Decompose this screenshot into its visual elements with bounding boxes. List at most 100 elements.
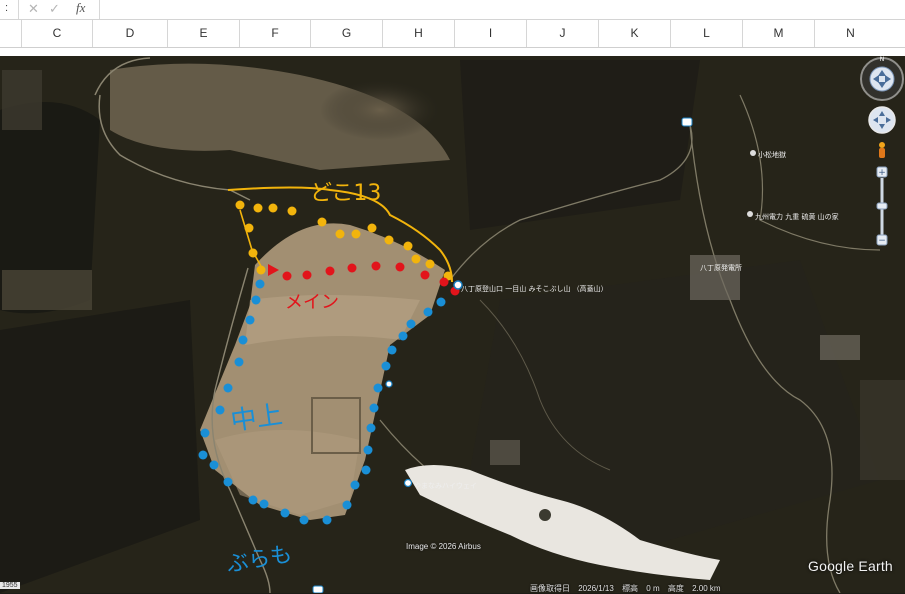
status-bar: 画像取得日 2026/1/13 標高 0 m 高度 2.00 km (530, 583, 727, 594)
hill-shade (320, 80, 440, 140)
yellow-dot (287, 206, 297, 216)
street-view-pegman-icon[interactable] (879, 142, 885, 158)
formula-bar: : ✕ ✓ fx (0, 0, 905, 20)
place-label-plant: 八丁原発電所 (700, 263, 742, 272)
column-header-g[interactable]: G (310, 20, 382, 47)
column-header-k[interactable]: K (598, 20, 670, 47)
satellite-map[interactable]: どこ13 メイン 中上 ぶらも 八丁原登山口 一目山 みそこぶし山 （高蓋山） … (0, 56, 905, 593)
farm-field (860, 380, 905, 480)
red-dot (439, 277, 449, 287)
yellow-dot (403, 241, 413, 251)
column-header-e[interactable]: E (167, 20, 239, 47)
north-indicator-icon[interactable]: N (880, 56, 885, 63)
yellow-annotation-label: どこ13 (310, 181, 381, 206)
image-credit: Image © 2026 Airbus (406, 542, 481, 551)
pegman-body[interactable] (879, 148, 885, 158)
blue-dot (381, 361, 391, 371)
blue-dot (423, 307, 433, 317)
red-annotation-label: メイン (285, 292, 339, 313)
farm-field (2, 270, 92, 310)
blue-dot (299, 515, 309, 525)
blue-dot (342, 500, 352, 510)
blue-dot (406, 319, 416, 329)
column-header-j[interactable]: J (526, 20, 598, 47)
yellow-dot (253, 203, 263, 213)
column-header-i[interactable]: I (454, 20, 526, 47)
red-dot (347, 263, 357, 273)
red-dot (302, 270, 312, 280)
blue-dot (369, 403, 379, 413)
facility-block (690, 255, 740, 300)
yellow-dot (235, 200, 245, 210)
blue-dot (366, 423, 376, 433)
formula-bar-menu-icon[interactable]: : (5, 2, 8, 14)
blue-dot (373, 383, 383, 393)
column-headers: C D E F G H I J K L M N (0, 20, 905, 48)
elevation-label: 標高 (622, 584, 639, 593)
blue-dot (322, 515, 332, 525)
red-dot (282, 271, 292, 281)
blue-dot (209, 460, 219, 470)
pond (539, 509, 551, 521)
column-header-h[interactable]: H (382, 20, 454, 47)
facility-block (820, 335, 860, 360)
place-label-trailhead: 八丁原登山口 一目山 みそこぶし山 （高蓋山） (461, 284, 608, 293)
yellow-dot (351, 229, 361, 239)
imagery-date-value: 2026/1/13 (578, 584, 614, 593)
blue-dot (398, 331, 408, 341)
red-dot (325, 266, 335, 276)
pegman-head[interactable] (879, 142, 885, 148)
sheet-gap (0, 48, 905, 56)
red-dot (395, 262, 405, 272)
blue-dot (251, 295, 261, 305)
place-label-hut: 小松地獄 (758, 150, 786, 159)
yellow-dot (367, 223, 377, 233)
altitude-label: 高度 (667, 584, 684, 593)
blue-dot (248, 495, 258, 505)
column-header-d[interactable]: D (92, 20, 167, 47)
elevation-value: 0 m (646, 584, 660, 593)
plus-icon[interactable]: + (878, 168, 886, 178)
google-earth-logo: Google Earth (808, 558, 893, 574)
blue-dot (259, 499, 269, 509)
yellow-dot (268, 203, 278, 213)
imagery-date-label: 画像取得日 (530, 584, 570, 593)
blue-dot (361, 465, 371, 475)
column-header-m[interactable]: M (742, 20, 814, 47)
close-icon[interactable]: ✕ (28, 1, 39, 17)
road-shield-icon[interactable] (681, 117, 693, 127)
red-dot (420, 270, 430, 280)
poi-marker-icon[interactable] (747, 211, 753, 217)
minus-icon[interactable]: − (878, 236, 886, 246)
yellow-dot (335, 229, 345, 239)
yellow-dot (425, 259, 435, 269)
column-header-c[interactable]: C (21, 20, 92, 47)
column-header-l[interactable]: L (670, 20, 742, 47)
blue-dot (198, 450, 208, 460)
poi-marker-icon[interactable] (403, 478, 413, 488)
blue-dot (280, 508, 290, 518)
poi-marker-icon[interactable] (750, 150, 756, 156)
yellow-dot (411, 254, 421, 264)
yellow-dot (384, 235, 394, 245)
move-joystick[interactable] (868, 106, 896, 134)
scale-label: 1955 (0, 582, 20, 589)
move-ring[interactable] (868, 106, 896, 134)
column-header-n[interactable]: N (814, 20, 886, 47)
facility-block (490, 440, 520, 465)
zoom-thumb[interactable] (876, 202, 888, 210)
poi-marker-icon[interactable] (385, 380, 393, 388)
fx-icon[interactable]: fx (76, 0, 85, 16)
blue-dot (238, 335, 248, 345)
red-dot (371, 261, 381, 271)
check-icon[interactable]: ✓ (49, 1, 60, 17)
column-header-f[interactable]: F (239, 20, 310, 47)
blue-dot (215, 405, 225, 415)
formula-input[interactable] (99, 0, 905, 19)
altitude-value: 2.00 km (692, 584, 721, 593)
blue-dot (436, 297, 446, 307)
road-shield-icon[interactable] (312, 585, 324, 593)
blue-dot (255, 279, 265, 289)
formula-bar-divider (18, 0, 19, 19)
place-label-road: やまなみハイウェイ (414, 482, 477, 490)
